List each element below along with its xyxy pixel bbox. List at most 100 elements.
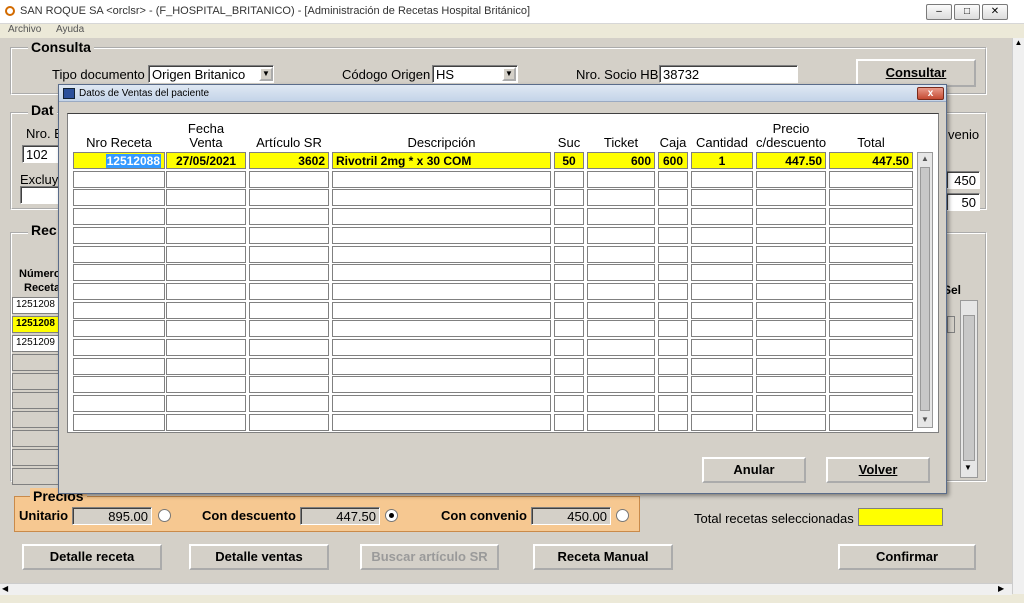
grid-cell-empty[interactable]: [332, 245, 551, 263]
window-vertical-scrollbar[interactable]: ▲: [1012, 38, 1024, 594]
grid-cell-empty[interactable]: [73, 245, 165, 263]
chevron-down-icon[interactable]: ▼: [259, 67, 273, 81]
grid-scrollbar[interactable]: ▲ ▼: [917, 152, 933, 428]
grid-cell-empty[interactable]: [249, 376, 329, 394]
receta-row-empty[interactable]: [12, 373, 60, 390]
grid-cell-empty[interactable]: [658, 226, 688, 244]
grid-cell-empty[interactable]: [829, 282, 913, 300]
grid-cell-empty[interactable]: [249, 339, 329, 356]
grid-cell-empty[interactable]: [554, 208, 584, 226]
grid-cell-empty[interactable]: [332, 339, 551, 356]
grid-cell-empty[interactable]: [756, 357, 826, 375]
grid-cell-empty[interactable]: [554, 413, 584, 431]
recetas-scroll-thumb[interactable]: [963, 315, 975, 461]
grid-cell-empty[interactable]: [829, 264, 913, 282]
scroll-up-icon[interactable]: ▲: [921, 154, 929, 163]
grid-cell-empty[interactable]: [332, 320, 551, 338]
cell-ticket[interactable]: 600: [587, 152, 655, 169]
grid-cell-empty[interactable]: [658, 282, 688, 300]
dialog-close-button[interactable]: x: [917, 87, 944, 100]
grid-cell-empty[interactable]: [249, 395, 329, 413]
grid-cell-empty[interactable]: [73, 339, 165, 356]
receta-row-empty[interactable]: [12, 430, 60, 447]
grid-cell-empty[interactable]: [691, 170, 753, 188]
grid-cell-empty[interactable]: [658, 395, 688, 413]
grid-cell-empty[interactable]: [587, 226, 655, 244]
detalle-receta-button[interactable]: Detalle receta: [22, 544, 162, 570]
grid-cell-empty[interactable]: [554, 282, 584, 300]
grid-cell-empty[interactable]: [658, 357, 688, 375]
close-window-button[interactable]: ✕: [982, 4, 1008, 20]
anular-button[interactable]: Anular: [702, 457, 806, 483]
grid-cell-empty[interactable]: [73, 170, 165, 188]
grid-cell-empty[interactable]: [587, 395, 655, 413]
grid-cell-empty[interactable]: [691, 189, 753, 207]
grid-cell-empty[interactable]: [829, 320, 913, 338]
grid-cell-empty[interactable]: [587, 245, 655, 263]
grid-cell-empty[interactable]: [249, 226, 329, 244]
grid-cell-empty[interactable]: [829, 376, 913, 394]
grid-cell-empty[interactable]: [249, 357, 329, 375]
scroll-left-icon[interactable]: ◀: [2, 584, 8, 593]
grid-cell-empty[interactable]: [554, 226, 584, 244]
grid-cell-empty[interactable]: [332, 189, 551, 207]
cell-cantidad[interactable]: 1: [691, 152, 753, 169]
grid-cell-empty[interactable]: [249, 208, 329, 226]
grid-cell-empty[interactable]: [756, 245, 826, 263]
grid-cell-empty[interactable]: [829, 413, 913, 431]
receta-row-empty[interactable]: [12, 411, 60, 428]
receta-row[interactable]: 1251208: [12, 297, 60, 314]
grid-cell-empty[interactable]: [691, 320, 753, 338]
grid-cell-empty[interactable]: [691, 301, 753, 319]
grid-cell-empty[interactable]: [554, 264, 584, 282]
grid-cell-empty[interactable]: [249, 282, 329, 300]
grid-cell-empty[interactable]: [829, 226, 913, 244]
grid-cell-empty[interactable]: [587, 301, 655, 319]
cell-nro-receta[interactable]: 12512088: [73, 152, 165, 169]
grid-cell-empty[interactable]: [73, 264, 165, 282]
receta-row-empty[interactable]: [12, 449, 60, 466]
grid-cell-empty[interactable]: [756, 395, 826, 413]
grid-cell-empty[interactable]: [73, 282, 165, 300]
grid-cell-empty[interactable]: [554, 357, 584, 375]
grid-cell-empty[interactable]: [166, 245, 246, 263]
grid-cell-empty[interactable]: [756, 339, 826, 356]
window-horizontal-scrollbar[interactable]: ◀ ▶: [0, 583, 1012, 595]
grid-cell-empty[interactable]: [829, 395, 913, 413]
confirmar-button[interactable]: Confirmar: [838, 544, 976, 570]
grid-cell-empty[interactable]: [691, 208, 753, 226]
grid-cell-empty[interactable]: [73, 208, 165, 226]
grid-cell-empty[interactable]: [829, 245, 913, 263]
cell-fecha-venta[interactable]: 27/05/2021: [166, 152, 246, 169]
grid-cell-empty[interactable]: [554, 245, 584, 263]
grid-cell-empty[interactable]: [332, 376, 551, 394]
grid-cell-empty[interactable]: [829, 170, 913, 188]
grid-cell-empty[interactable]: [587, 357, 655, 375]
cell-total[interactable]: 447.50: [829, 152, 913, 169]
receta-row[interactable]: 1251209: [12, 335, 60, 352]
scroll-down-icon[interactable]: ▼: [921, 415, 929, 424]
grid-cell-empty[interactable]: [73, 301, 165, 319]
convenio-value-2[interactable]: 50: [946, 193, 980, 211]
grid-cell-empty[interactable]: [587, 413, 655, 431]
grid-cell-empty[interactable]: [829, 189, 913, 207]
receta-row-selected[interactable]: 1251208: [12, 316, 60, 333]
minimize-button[interactable]: –: [926, 4, 952, 20]
grid-cell-empty[interactable]: [249, 245, 329, 263]
grid-cell-empty[interactable]: [332, 301, 551, 319]
grid-cell-empty[interactable]: [829, 301, 913, 319]
receta-row-empty[interactable]: [12, 392, 60, 409]
grid-cell-empty[interactable]: [691, 339, 753, 356]
scroll-right-icon[interactable]: ▶: [998, 584, 1004, 593]
grid-cell-empty[interactable]: [249, 189, 329, 207]
tipo-documento-select[interactable]: Origen Britanico: [148, 65, 274, 83]
grid-cell-empty[interactable]: [554, 320, 584, 338]
grid-cell-empty[interactable]: [587, 320, 655, 338]
grid-cell-empty[interactable]: [756, 226, 826, 244]
grid-cell-empty[interactable]: [658, 208, 688, 226]
menu-archivo[interactable]: Archivo: [8, 24, 41, 35]
grid-cell-empty[interactable]: [332, 413, 551, 431]
grid-cell-empty[interactable]: [332, 357, 551, 375]
grid-cell-empty[interactable]: [554, 339, 584, 356]
scroll-up-icon[interactable]: ▲: [1013, 38, 1024, 50]
